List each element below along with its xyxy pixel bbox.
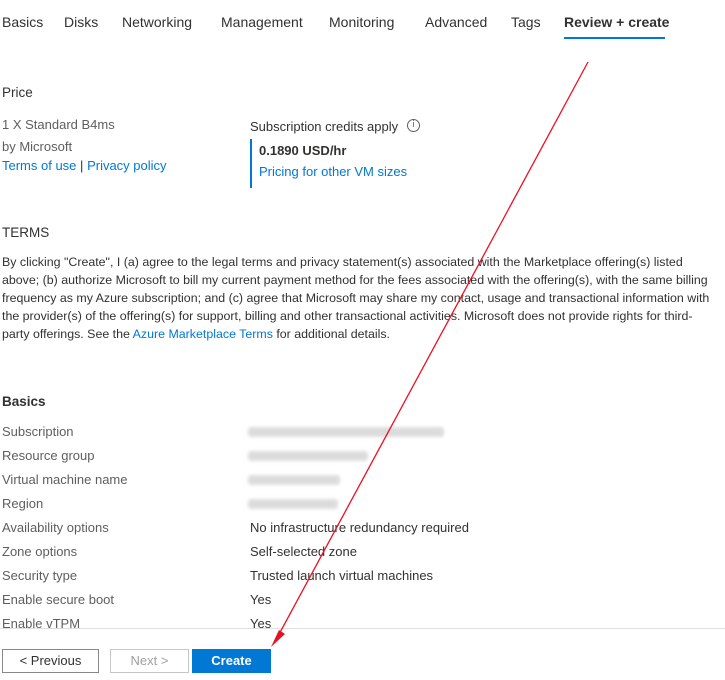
terms-body-end: for additional details. (272, 327, 391, 341)
marketplace-terms-link[interactable]: Azure Marketplace Terms (133, 327, 273, 341)
publisher: by Microsoft (2, 139, 73, 154)
info-icon[interactable]: i (407, 119, 420, 132)
tab-management[interactable]: Management (221, 14, 303, 30)
row-value-secure-boot: Yes (250, 592, 272, 607)
footer-divider (0, 628, 725, 629)
row-label-vm-name: Virtual machine name (2, 472, 128, 487)
row-value-availability: No infrastructure redundancy required (250, 520, 469, 535)
tab-advanced[interactable]: Advanced (425, 14, 487, 30)
product-name: 1 X Standard B4ms (2, 117, 115, 132)
price-accent-bar (250, 139, 252, 188)
redacted-vm-name (248, 475, 340, 485)
row-label-region: Region (2, 496, 44, 511)
previous-button[interactable]: < Previous (2, 649, 99, 673)
tab-basics[interactable]: Basics (2, 14, 43, 30)
redacted-region (248, 499, 338, 509)
price-heading: Price (2, 85, 33, 100)
price-value: 0.1890 USD/hr (259, 143, 347, 158)
privacy-policy-link[interactable]: Privacy policy (87, 158, 166, 173)
create-button[interactable]: Create (192, 649, 271, 673)
link-separator: | (80, 158, 84, 173)
redacted-resource-group (248, 451, 368, 461)
terms-heading: TERMS (2, 225, 50, 240)
next-button[interactable]: Next > (110, 649, 189, 673)
basics-heading: Basics (2, 394, 46, 409)
tab-review-create[interactable]: Review + create (564, 14, 669, 30)
row-value-security-type: Trusted launch virtual machines (250, 568, 434, 583)
row-value-zone-options: Self-selected zone (250, 544, 357, 559)
terms-text: By clicking "Create", I (a) agree to the… (2, 253, 717, 343)
tab-monitoring[interactable]: Monitoring (329, 14, 394, 30)
legal-links: Terms of use | Privacy policy (2, 158, 167, 173)
tab-tags[interactable]: Tags (511, 14, 541, 30)
terms-of-use-link[interactable]: Terms of use (2, 158, 76, 173)
row-label-secure-boot: Enable secure boot (2, 592, 115, 607)
wizard-tabs: Basics Disks Networking Management Monit… (0, 0, 725, 40)
pricing-other-sizes-link[interactable]: Pricing for other VM sizes (259, 164, 407, 179)
row-label-zone-options: Zone options (2, 544, 78, 559)
subscription-credits-label: Subscription credits apply (250, 119, 399, 134)
active-tab-indicator (564, 37, 665, 39)
redacted-subscription (248, 427, 444, 437)
tab-disks[interactable]: Disks (64, 14, 98, 30)
row-label-resource-group: Resource group (2, 448, 95, 463)
row-label-subscription: Subscription (2, 424, 74, 439)
row-label-availability: Availability options (2, 520, 109, 535)
tab-networking[interactable]: Networking (122, 14, 192, 30)
row-label-security-type: Security type (2, 568, 78, 583)
arrow-head (271, 630, 285, 647)
